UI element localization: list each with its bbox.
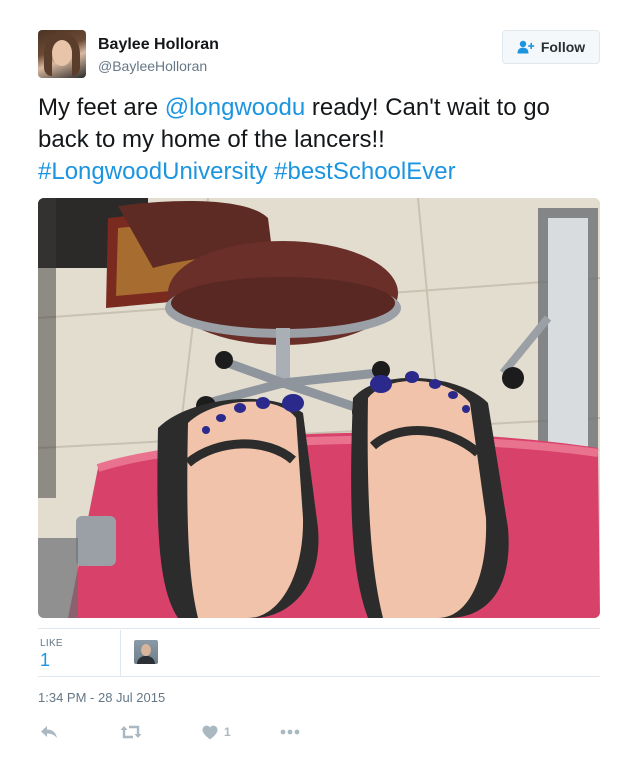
mention-link[interactable]: @longwoodu: [165, 94, 305, 121]
user-avatar[interactable]: [38, 30, 86, 78]
like-stat-label: LIKE: [40, 638, 63, 649]
liker-avatar[interactable]: [134, 640, 158, 664]
more-icon: [280, 729, 300, 735]
stats-bottom-divider: [38, 676, 600, 677]
hashtag-link-bestschool[interactable]: #bestSchoolEver: [274, 158, 455, 185]
reply-icon: [41, 726, 57, 738]
tweet-header: Baylee Holloran @BayleeHolloran Follow: [38, 30, 600, 80]
like-stat-count[interactable]: 1: [40, 650, 50, 671]
tweet-timestamp[interactable]: 1:34 PM - 28 Jul 2015: [38, 690, 165, 705]
retweet-icon: [120, 725, 142, 739]
liker-avatar-face: [141, 644, 151, 656]
user-display-name[interactable]: Baylee Holloran: [98, 36, 219, 54]
like-action-count: 1: [224, 725, 231, 739]
tweet-actions: 1: [38, 720, 338, 744]
tweet-text: My feet are @longwoodu ready! Can't wait…: [38, 92, 598, 188]
hashtag-link-longwood[interactable]: #LongwoodUniversity: [38, 158, 267, 185]
avatar-face: [52, 40, 72, 66]
tweet-photo-illustration: [38, 198, 600, 618]
more-button[interactable]: [280, 720, 300, 744]
stats-separator: [120, 630, 121, 676]
tweet-text-part1: My feet are: [38, 94, 165, 121]
like-button[interactable]: 1: [202, 720, 231, 744]
retweet-button[interactable]: [120, 720, 142, 744]
add-user-icon: [517, 40, 535, 54]
liker-avatar-body: [137, 656, 155, 664]
follow-button[interactable]: Follow: [502, 30, 600, 64]
tweet-stats: LIKE 1: [38, 630, 600, 676]
stats-top-divider: [38, 628, 600, 629]
reply-button[interactable]: [40, 720, 58, 744]
tweet-photo[interactable]: [38, 198, 600, 618]
follow-button-label: Follow: [540, 39, 586, 55]
heart-icon: [202, 725, 218, 739]
user-handle[interactable]: @BayleeHolloran: [98, 58, 207, 74]
